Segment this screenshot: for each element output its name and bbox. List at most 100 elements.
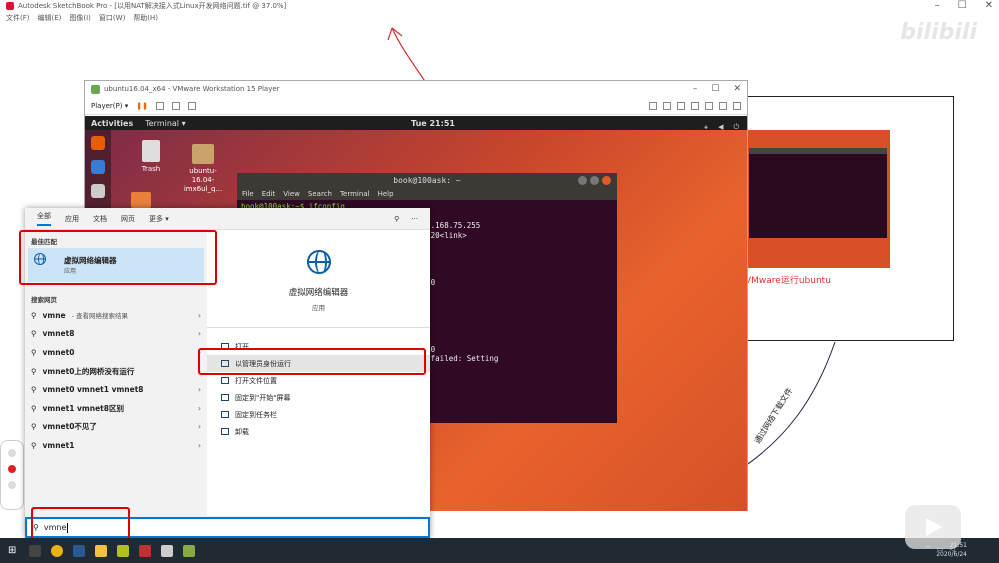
desktop-icon-folder[interactable] <box>131 192 153 208</box>
files-icon[interactable] <box>91 184 105 198</box>
search-result-item[interactable]: ⚲ vmnet0不见了 › <box>25 418 207 437</box>
search-scope-tabs: 全部 应用 文档 网页 更多 ▾ ⚲ ··· <box>25 208 430 230</box>
ubuntu-clock[interactable]: Tue 21:51 <box>411 119 455 128</box>
chevron-right-icon[interactable]: › <box>198 311 201 320</box>
pause-icon[interactable]: ❚❚ <box>136 102 148 110</box>
search-result-item[interactable]: ⚲ vmnet0 vmnet1 vmnet8 › <box>25 380 207 399</box>
minimize-button[interactable]: – <box>935 0 940 11</box>
tab-web[interactable]: 网页 <box>121 214 135 224</box>
trash-icon <box>142 140 160 162</box>
vmware-minimize-button[interactable]: – <box>693 84 698 94</box>
windows-taskbar: ⊞ ^ ▭ ◁ 21:51 2020/6/24 <box>0 538 999 563</box>
search-result-item[interactable]: ⚲ vmnet1 › <box>25 436 207 455</box>
device-icon[interactable] <box>649 101 657 110</box>
search-result-item[interactable]: ⚲ vmnet8 › <box>25 325 207 344</box>
search-result-item[interactable]: ⚲ vmnet1 vmnet8区别 › <box>25 399 207 418</box>
menu-image[interactable]: 图像(I) <box>69 13 91 22</box>
chevron-right-icon[interactable]: › <box>198 441 201 450</box>
cdrom-icon[interactable] <box>705 101 713 110</box>
terminal-close-button[interactable] <box>602 176 611 185</box>
app-icon-4[interactable] <box>183 544 196 557</box>
chevron-right-icon[interactable]: › <box>198 422 201 431</box>
vmware-app-icon <box>91 84 100 94</box>
highlight-best-match <box>19 230 217 285</box>
result-text: vmnet8 <box>42 329 75 339</box>
close-button[interactable]: ✕ <box>985 0 993 11</box>
word-icon[interactable] <box>73 544 86 557</box>
chevron-right-icon[interactable]: › <box>198 404 201 413</box>
task-view-icon[interactable] <box>29 544 42 557</box>
vmware-close-button[interactable]: ✕ <box>733 84 741 94</box>
volume-tray-icon[interactable]: ◀ <box>718 123 723 132</box>
tab-more[interactable]: 更多 ▾ <box>149 214 169 224</box>
result-subtext: - 查看网络搜索结果 <box>71 312 129 321</box>
menu-help[interactable]: 帮助(H) <box>133 13 158 22</box>
feedback-icon[interactable]: ⚲ <box>394 215 399 223</box>
more-options-icon[interactable]: ··· <box>411 215 418 223</box>
app-icon-3[interactable] <box>161 544 174 557</box>
printer-icon[interactable] <box>719 101 727 110</box>
tab-apps[interactable]: 应用 <box>65 214 79 224</box>
fullscreen-icon[interactable] <box>171 101 180 110</box>
video-play-icon[interactable] <box>905 505 961 549</box>
desktop-icon-archive[interactable]: ubuntu-16.04-imx6ul_q... <box>181 144 225 194</box>
network-tray-icon[interactable]: ⚹ <box>704 123 708 132</box>
action-uninstall[interactable]: 卸载 <box>207 423 430 440</box>
terminal-menu-search[interactable]: Search <box>308 190 332 198</box>
drawn-curve <box>738 341 836 471</box>
menu-file[interactable]: 文件(F) <box>6 13 30 22</box>
terminal-maximize-button[interactable] <box>590 176 599 185</box>
terminal-menu-bar: File Edit View Search Terminal Help <box>237 188 617 200</box>
player-menu[interactable]: Player(P) ▾ <box>91 102 128 110</box>
pin-icon <box>221 394 229 401</box>
chevron-right-icon[interactable]: › <box>198 385 201 394</box>
terminal-minimize-button[interactable] <box>578 176 587 185</box>
display-icon[interactable] <box>733 101 741 110</box>
thunderbird-icon[interactable] <box>91 160 105 174</box>
terminal-menu-view[interactable]: View <box>283 190 300 198</box>
terminal-menu-terminal[interactable]: Terminal <box>340 190 370 198</box>
action-pin-taskbar[interactable]: 固定到任务栏 <box>207 406 430 423</box>
network-icon[interactable] <box>663 101 671 110</box>
send-ctrl-alt-del-icon[interactable] <box>155 101 164 110</box>
usb-icon[interactable] <box>677 101 685 110</box>
embedded-screenshot-frame: VMware运行ubuntu <box>744 96 954 341</box>
pin-taskbar-icon <box>221 411 229 418</box>
folder-open-icon <box>221 377 229 384</box>
file-explorer-icon[interactable] <box>95 544 108 557</box>
app-icon-2[interactable] <box>139 544 152 557</box>
search-result-item[interactable]: ⚲ vmnet0上的网桥没有运行 › <box>25 362 207 381</box>
vmware-maximize-button[interactable]: ☐ <box>711 84 719 94</box>
app-icon-1[interactable] <box>117 544 130 557</box>
activities-button[interactable]: Activities <box>91 119 133 128</box>
vmware-title: ubuntu16.04_x64 - VMware Workstation 15 … <box>104 85 280 93</box>
menu-edit[interactable]: 编辑(E) <box>38 13 62 22</box>
highlight-search-box <box>31 507 130 540</box>
tab-all[interactable]: 全部 <box>37 211 51 226</box>
menu-window[interactable]: 窗口(W) <box>99 13 125 22</box>
tab-documents[interactable]: 文档 <box>93 214 107 224</box>
app-preview-header: 虚拟网络编辑器 应用 <box>207 230 430 328</box>
terminal-menu-file[interactable]: File <box>242 190 254 198</box>
highlight-run-as-admin <box>198 348 426 375</box>
terminal-menu-help[interactable]: Help <box>378 190 394 198</box>
desktop-icon-trash[interactable]: Trash <box>131 140 171 174</box>
power-tray-icon[interactable]: ⏻ <box>733 123 739 132</box>
windows-start-icon[interactable]: ⊞ <box>8 545 16 556</box>
sound-icon[interactable] <box>691 101 699 110</box>
search-result-item[interactable]: ⚲ vmne - 查看网络搜索结果 › <box>25 306 207 325</box>
chevron-right-icon[interactable]: › <box>198 329 201 338</box>
terminal-app-menu[interactable]: Terminal ▾ <box>145 119 185 128</box>
unity-icon[interactable] <box>187 101 196 110</box>
maximize-button[interactable]: ☐ <box>958 0 967 11</box>
app-preview-type: 应用 <box>312 304 325 312</box>
search-icon: ⚲ <box>31 310 37 320</box>
firefox-icon[interactable] <box>91 136 105 150</box>
sketchbook-floating-toolbar[interactable] <box>0 440 24 510</box>
search-result-item[interactable]: ⚲ vmnet0 › <box>25 343 207 362</box>
chrome-icon[interactable] <box>51 544 64 557</box>
action-pin-start[interactable]: 固定到"开始"屏幕 <box>207 389 430 406</box>
sketchbook-title-bar: Autodesk SketchBook Pro - [以用NAT解决接入式Lin… <box>0 0 999 12</box>
embedded-ubuntu-screenshot <box>745 130 890 268</box>
terminal-menu-edit[interactable]: Edit <box>262 190 276 198</box>
